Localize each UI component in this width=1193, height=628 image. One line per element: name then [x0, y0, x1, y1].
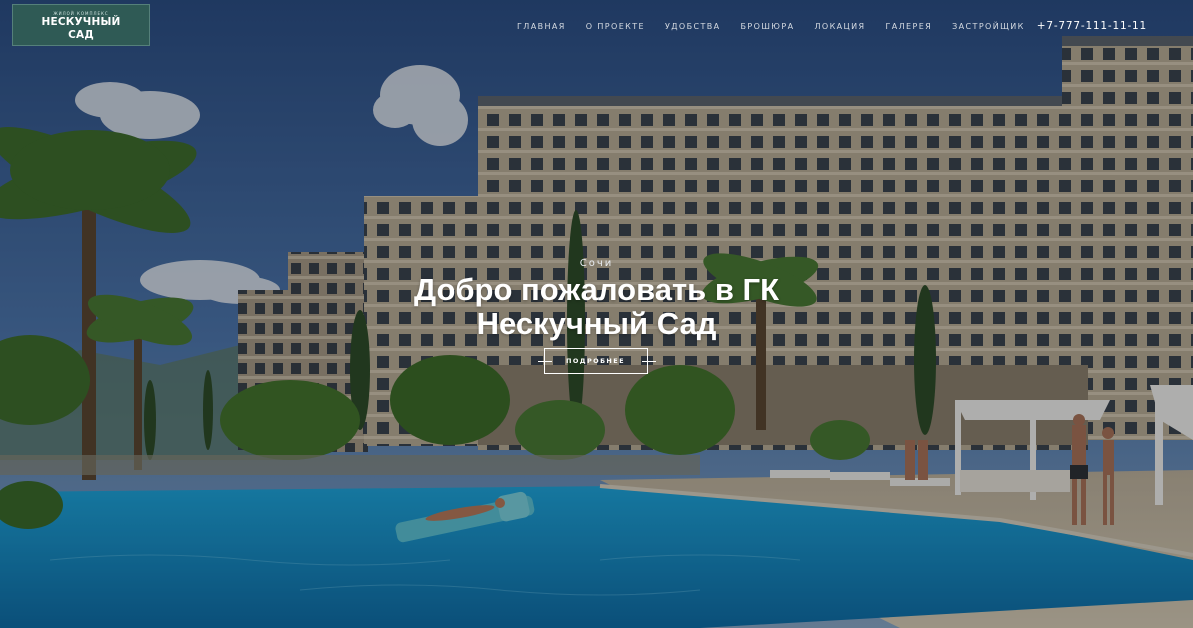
nav-item-gallery[interactable]: ГАЛЕРЕЯ: [885, 22, 932, 31]
nav-item-brochure[interactable]: БРОШЮРА: [741, 22, 795, 31]
logo-line-1: НЕСКУЧНЫЙ: [41, 16, 121, 28]
logo-line-2: САД: [68, 29, 94, 41]
nav-item-location[interactable]: ЛОКАЦИЯ: [814, 22, 865, 31]
phone-link[interactable]: +7-777-111-11-11: [1037, 20, 1147, 32]
hero-title: Добро пожаловать в ГК Нескучный Сад: [413, 272, 779, 341]
hero-city: Сочи: [579, 258, 614, 269]
logo[interactable]: ЖИЛОЙ КОМПЛЕКС НЕСКУЧНЫЙ САД: [12, 4, 150, 46]
nav-item-about[interactable]: О ПРОЕКТЕ: [586, 22, 645, 31]
cta-right-line: [641, 361, 656, 362]
hero-section: ЖИЛОЙ КОМПЛЕКС НЕСКУЧНЫЙ САД ГЛАВНАЯ О П…: [0, 0, 1193, 628]
nav-item-developer[interactable]: ЗАСТРОЙЩИК: [952, 22, 1025, 31]
more-button[interactable]: ПОДРОБНЕЕ: [543, 348, 648, 374]
nav-item-home[interactable]: ГЛАВНАЯ: [517, 22, 566, 31]
nav-item-amenities[interactable]: УДОБСТВА: [665, 22, 721, 31]
hero-content: Сочи Добро пожаловать в ГК Нескучный Сад…: [0, 258, 1193, 376]
main-nav: ГЛАВНАЯ О ПРОЕКТЕ УДОБСТВА БРОШЮРА ЛОКАЦ…: [517, 20, 1147, 32]
cta-wrapper: ПОДРОБНЕЕ: [532, 348, 662, 376]
